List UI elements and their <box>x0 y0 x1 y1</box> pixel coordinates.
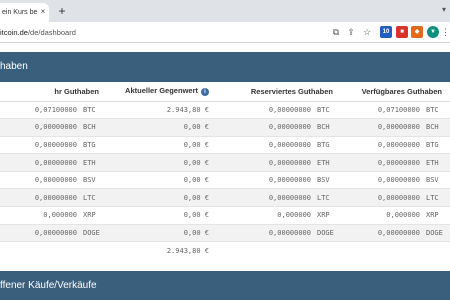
cell-value: 0,00 € <box>107 224 217 243</box>
table-row: 0,07100000 BTC 2.943,80 €0,00000000 BTC 0,07… <box>0 101 450 120</box>
cell-reserved: 0,00000000 BTC <box>217 101 341 120</box>
cell-value: 0,00 € <box>107 153 217 172</box>
currency-code: BSV <box>317 176 330 185</box>
bookmark-star-icon[interactable]: ☆ <box>361 26 373 38</box>
extension-teal-icon[interactable]: ▼ <box>427 26 439 38</box>
currency-code: XRP <box>83 211 96 220</box>
cell-reserved: 0,00000000 DOGE <box>217 224 341 243</box>
url-host: itcoin.de <box>0 28 28 37</box>
cell-reserved: 0,00000000 LTC <box>217 188 341 208</box>
extensions-menu-icon[interactable]: ⋮ <box>441 26 450 38</box>
cell-value: 0,00 € <box>107 118 217 137</box>
col-value: Aktueller Gegenwert i <box>107 82 217 102</box>
cell-reserved: 0,00000000 BCH <box>217 118 341 137</box>
table-row: 0,00000000 BTG 0,00 €0,00000000 BTG 0,000000… <box>0 136 450 155</box>
url-path: /de/dashboard <box>27 28 76 37</box>
cell-available: 0,00000000 BTG <box>341 136 450 155</box>
cell-own: 0,07100000 BTC <box>0 101 107 120</box>
currency-code: BCH <box>83 123 96 132</box>
cell-own: 0,00000000 BSV <box>0 171 107 190</box>
currency-code: BTC <box>317 105 330 114</box>
currency-code: BTC <box>83 105 96 114</box>
currency-code: BSV <box>83 176 96 185</box>
cell-available: 0,00000000 DOGE <box>341 224 450 243</box>
cell-own: 0,00000000 DOGE <box>0 224 107 243</box>
balances-table: hr Guthaben Aktueller Gegenwert i Reservi… <box>0 82 450 259</box>
cell-available: 0,00000000 ETH <box>341 153 450 172</box>
url-field[interactable]: itcoin.de/de/dashboard <box>0 26 76 39</box>
info-icon[interactable]: i <box>201 88 209 97</box>
currency-code: DOGE <box>317 228 334 237</box>
currency-code: BTG <box>426 140 439 149</box>
caret-down-icon[interactable]: ▾ <box>438 3 450 17</box>
cell-own: 0,00000000 LTC <box>0 188 107 208</box>
address-bar: itcoin.de/de/dashboard ⧉ ⇪ ☆ 10 ■ ◆ ▼ ⋮ <box>0 22 450 43</box>
currency-code: BTC <box>426 105 439 114</box>
currency-code: ETH <box>426 158 439 167</box>
currency-code: LTC <box>426 193 439 202</box>
share-icon[interactable]: ⧉ <box>330 26 342 38</box>
currency-code: LTC <box>83 193 96 202</box>
cell-own: 0,00000000 BCH <box>0 118 107 137</box>
currency-code: ETH <box>83 158 96 167</box>
cell-available: 0,00000000 LTC <box>341 188 450 208</box>
cell-reserved: 0,00000000 BSV <box>217 171 341 190</box>
table-row: 0,000000 XRP 0,00 €0,000000 XRP 0,000000 XRP <box>0 206 450 225</box>
table-row: 0,00000000 LTC 0,00 €0,00000000 LTC 0,000000… <box>0 188 450 208</box>
browser-tab[interactable]: ein Kurs be × <box>0 3 49 22</box>
extension-red-icon[interactable]: ■ <box>396 26 408 38</box>
currency-code: BCH <box>317 123 330 132</box>
total-row: 2.943,80 € <box>0 242 450 260</box>
cell-value: 0,00 € <box>107 188 217 208</box>
currency-code: BTG <box>317 140 330 149</box>
currency-code: DOGE <box>83 228 100 237</box>
col-own: hr Guthaben <box>0 82 107 102</box>
currency-code: BSV <box>426 176 439 185</box>
cell-value: 0,00 € <box>107 206 217 225</box>
cell-available: 0,00000000 BSV <box>341 171 450 190</box>
cell-available: 0,00000000 BCH <box>341 118 450 137</box>
table-row: 0,00000000 DOGE 0,00 €0,00000000 DOGE 0,0000… <box>0 224 450 243</box>
currency-code: DOGE <box>426 228 443 237</box>
cell-own: 0,000000 XRP <box>0 206 107 225</box>
cell-reserved: 0,00000000 BTG <box>217 136 341 155</box>
cell-reserved: 0,000000 XRP <box>217 206 341 225</box>
close-icon[interactable]: × <box>38 7 48 17</box>
new-tab-button[interactable]: + <box>56 5 68 17</box>
currency-code: XRP <box>426 211 439 220</box>
currency-code: ETH <box>317 158 330 167</box>
currency-code: BCH <box>426 123 439 132</box>
col-available: Verfügbares Guthaben <box>341 82 450 102</box>
cell-own: 0,00000000 ETH <box>0 153 107 172</box>
empty-cell <box>341 242 450 260</box>
tab-title: ein Kurs be <box>2 9 38 16</box>
cell-value: 0,00 € <box>107 136 217 155</box>
total-value: 2.943,80 € <box>166 246 209 255</box>
section-title: haben <box>0 52 450 82</box>
table-header-row: hr Guthaben Aktueller Gegenwert i Reservi… <box>0 82 450 102</box>
empty-cell <box>217 242 341 260</box>
table-row: 0,00000000 ETH 0,00 €0,00000000 ETH 0,000000… <box>0 153 450 172</box>
empty-cell <box>0 242 107 260</box>
currency-code: LTC <box>317 193 330 202</box>
open-orders-title: ffener Käufe/Verkäufe <box>0 271 450 300</box>
cell-value: 2.943,80 € <box>107 101 217 120</box>
table-row: 0,00000000 BCH 0,00 €0,00000000 BCH 0,000000… <box>0 118 450 137</box>
cell-available: 0,000000 XRP <box>341 206 450 225</box>
table-row: 0,00000000 BSV 0,00 €0,00000000 BSV 0,000000… <box>0 171 450 190</box>
tab-bar: ein Kurs be × + ▾ <box>0 0 450 22</box>
cell-available: 0,07100000 BTC <box>341 101 450 120</box>
cell-value: 0,00 € <box>107 171 217 190</box>
col-reserved: Reserviertes Guthaben <box>217 82 341 102</box>
extension-calendar-icon[interactable]: 10 <box>380 26 392 38</box>
currency-code: XRP <box>317 211 330 220</box>
share-arrow-icon[interactable]: ⇪ <box>345 26 357 38</box>
currency-code: BTG <box>83 140 96 149</box>
cell-reserved: 0,00000000 ETH <box>217 153 341 172</box>
cell-own: 0,00000000 BTG <box>0 136 107 155</box>
extension-orange-icon[interactable]: ◆ <box>411 26 423 38</box>
